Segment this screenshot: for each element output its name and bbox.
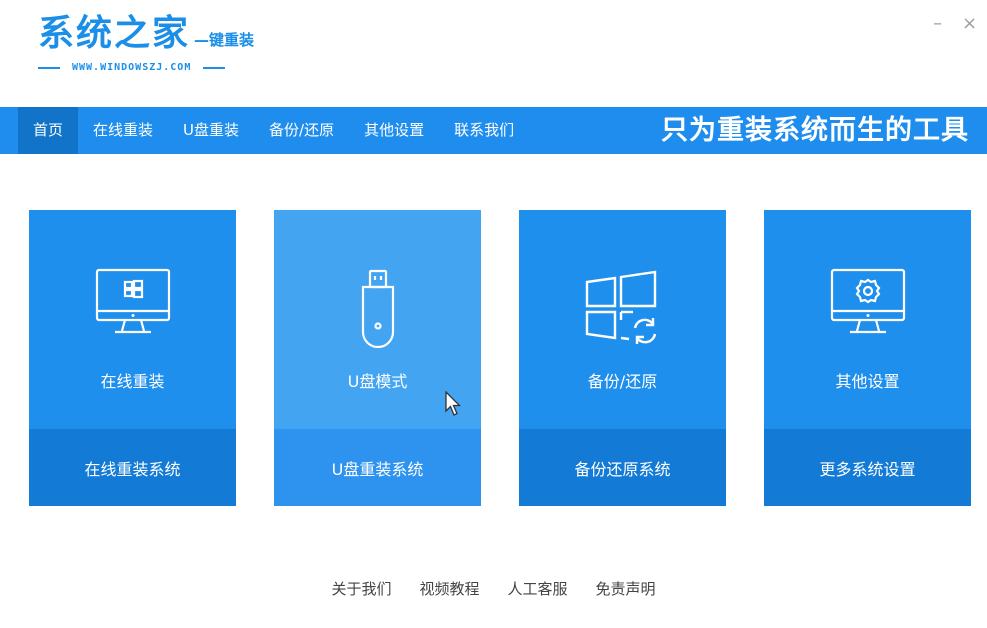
card-action-online-reinstall[interactable]: 在线重装系统: [29, 429, 236, 506]
usb-drive-icon: [274, 268, 481, 350]
logo-title: 系统之家: [38, 13, 191, 54]
minimize-button[interactable]: –: [933, 14, 942, 34]
card-other-settings[interactable]: 其他设置 更多系统设置: [764, 210, 971, 506]
card-top: 其他设置: [764, 210, 971, 429]
app-logo: 系统之家 —键重装 WWW.WINDOWSZJ.COM: [38, 14, 254, 73]
footer-link-disclaimer[interactable]: 免责声明: [596, 578, 656, 599]
close-button[interactable]: ×: [962, 14, 977, 34]
footer-link-video-tutorial[interactable]: 视频教程: [419, 578, 479, 599]
nav-item-home[interactable]: 首页: [18, 107, 79, 154]
card-top: 备份/还原: [519, 210, 726, 429]
footer-link-support[interactable]: 人工客服: [508, 578, 568, 599]
slogan: 只为重装系统而生的工具: [661, 115, 969, 146]
logo-subtitle: —键重装: [194, 31, 255, 49]
monitor-gear-icon: [764, 268, 971, 350]
main-nav: 首页 在线重装 U盘重装 备份/还原 其他设置 联系我们 只为重装系统而生的工具: [0, 107, 987, 154]
card-online-reinstall[interactable]: 在线重装 在线重装系统: [29, 210, 236, 506]
card-action-backup-restore[interactable]: 备份还原系统: [519, 429, 726, 506]
card-usb-mode[interactable]: U盘模式 U盘重装系统: [274, 210, 481, 506]
mouse-cursor-icon: [445, 391, 461, 416]
card-backup-restore[interactable]: 备份/还原 备份还原系统: [519, 210, 726, 506]
card-label: U盘模式: [347, 372, 408, 391]
nav-item-contact-us[interactable]: 联系我们: [439, 107, 529, 154]
nav-item-backup-restore[interactable]: 备份/还原: [254, 107, 349, 154]
card-top: 在线重装: [29, 210, 236, 429]
card-action-usb-reinstall[interactable]: U盘重装系统: [274, 429, 481, 506]
footer-links: 关于我们 视频教程 人工客服 免责声明: [0, 578, 987, 599]
nav-item-online-reinstall[interactable]: 在线重装: [78, 107, 168, 154]
logo-divider: [203, 66, 226, 69]
card-label: 在线重装: [100, 372, 165, 391]
windows-refresh-icon: [519, 268, 726, 350]
footer-link-about[interactable]: 关于我们: [331, 578, 391, 599]
nav-item-usb-reinstall[interactable]: U盘重装: [168, 107, 254, 154]
card-action-more-settings[interactable]: 更多系统设置: [764, 429, 971, 506]
logo-url: WWW.WINDOWSZJ.COM: [72, 62, 192, 73]
nav-item-other-settings[interactable]: 其他设置: [349, 107, 439, 154]
card-label: 备份/还原: [587, 372, 658, 391]
card-label: 其他设置: [835, 372, 900, 391]
logo-divider: [38, 66, 60, 69]
monitor-windows-icon: [29, 268, 236, 350]
